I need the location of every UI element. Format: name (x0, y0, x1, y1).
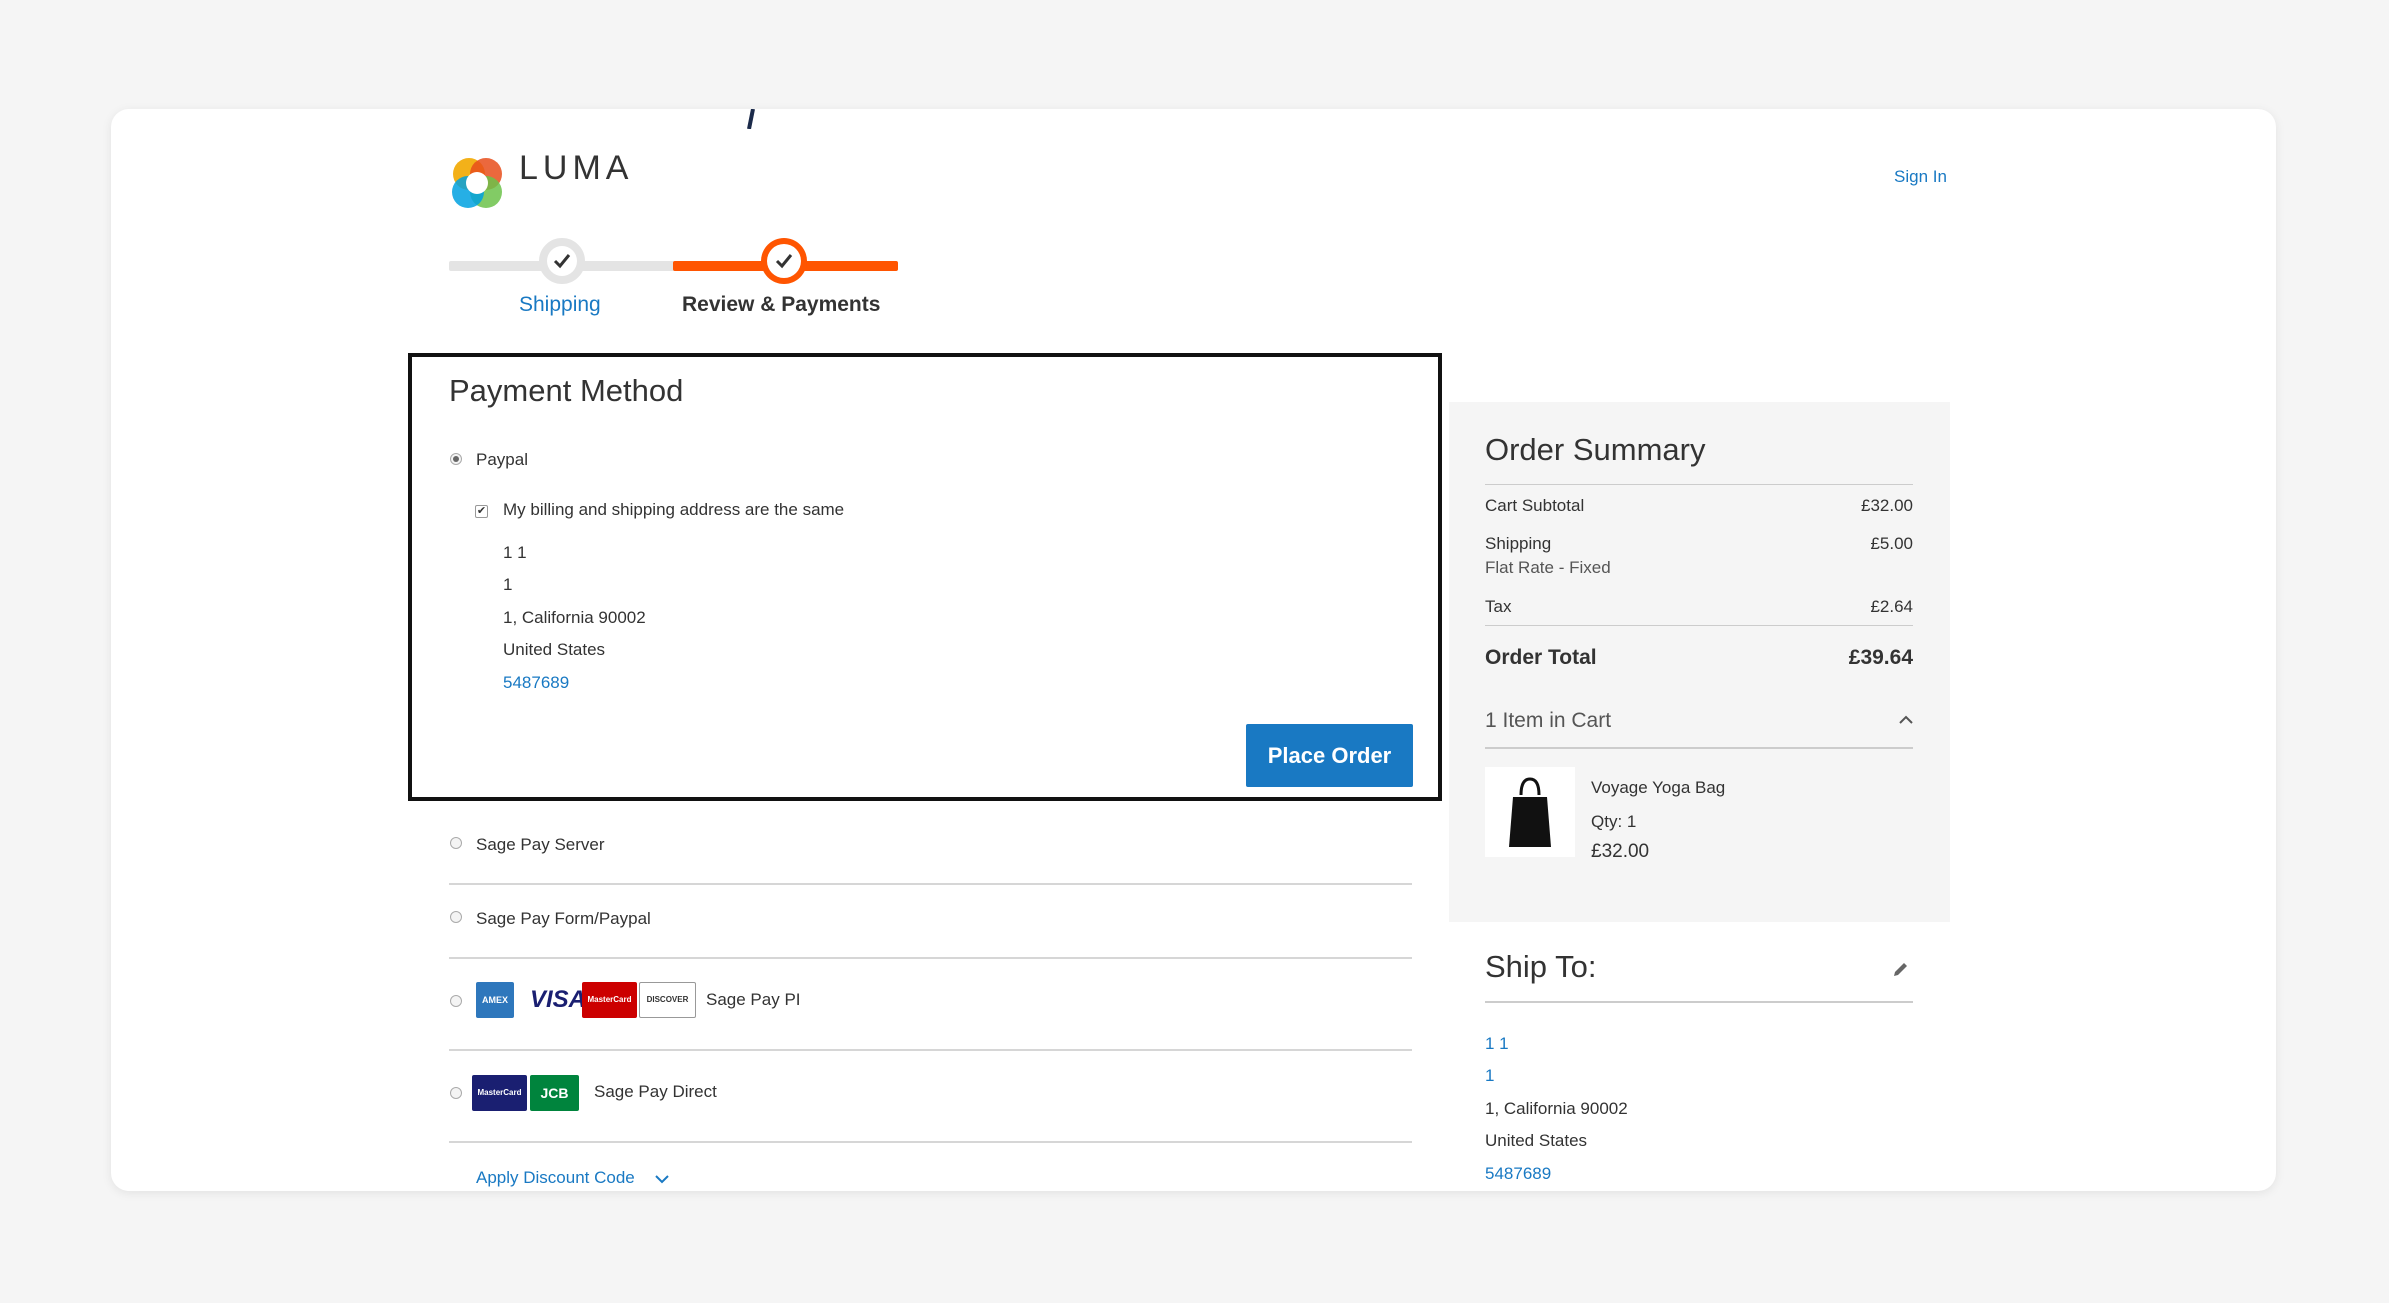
check-icon (553, 254, 571, 269)
payment-method-title: Payment Method (449, 373, 684, 408)
tax-value: £2.64 (1870, 597, 1913, 616)
shipping-value: £5.00 (1870, 534, 1913, 553)
shipping-label: Shipping (1485, 534, 1552, 553)
check-icon (775, 254, 793, 269)
ship-to-phone[interactable]: 5487689 (1485, 1164, 1551, 1184)
ship-to-street: 1 (1485, 1066, 1495, 1085)
ship-to-title: Ship To: (1485, 949, 1597, 984)
divider (449, 957, 1412, 959)
sage-pay-form-label[interactable]: Sage Pay Form/Paypal (476, 909, 651, 929)
tax-label: Tax (1485, 597, 1512, 616)
mastercard-card-icon: MasterCard (582, 982, 637, 1018)
paypal-label: Paypal (476, 450, 528, 469)
order-total-label: Order Total (1485, 646, 1597, 669)
same-address-checkbox[interactable]: ✔ (475, 505, 488, 518)
luma-logo-icon (452, 158, 502, 208)
chevron-up-icon[interactable] (1898, 714, 1914, 726)
paypal-radio[interactable] (450, 453, 462, 465)
visa-card-icon: VISA (530, 986, 587, 1013)
sage-pay-pi-label[interactable]: Sage Pay PI (706, 990, 801, 1010)
items-in-cart-toggle[interactable]: 1 Item in Cart (1485, 709, 1611, 733)
product-qty: Qty: 1 (1591, 812, 1637, 831)
sage-pay-pi-radio[interactable] (450, 995, 462, 1007)
cart-subtotal-value: £32.00 (1861, 496, 1913, 515)
divider (1485, 484, 1913, 485)
billing-city: 1, California 90002 (503, 608, 646, 627)
billing-street: 1 (503, 575, 513, 594)
ship-to-city: 1, California 90002 (1485, 1099, 1628, 1118)
divider (1485, 1001, 1913, 1003)
apply-discount-link[interactable]: Apply Discount Code (476, 1168, 635, 1188)
sage-pay-direct-radio[interactable] (450, 1087, 462, 1099)
decorative-slash (747, 109, 755, 129)
ship-to-name: 1 1 (1485, 1034, 1509, 1053)
step-review-marker (761, 238, 807, 284)
chevron-down-icon[interactable] (654, 1173, 670, 1185)
billing-name: 1 1 (503, 543, 527, 562)
divider (449, 1049, 1412, 1051)
order-total-value: £39.64 (1848, 646, 1913, 669)
divider (449, 1141, 1412, 1143)
divider (449, 883, 1412, 885)
order-summary-title: Order Summary (1485, 432, 1706, 467)
amex-card-icon: AMEX (476, 982, 514, 1018)
divider (1485, 625, 1913, 626)
same-address-label: My billing and shipping address are the … (503, 500, 845, 519)
mastercard-card-icon: MasterCard (472, 1075, 527, 1111)
step-shipping-marker[interactable] (539, 238, 585, 284)
product-thumbnail (1485, 767, 1575, 857)
place-order-button[interactable]: Place Order (1246, 724, 1413, 787)
product-price: £32.00 (1591, 841, 1650, 862)
logo-text: LUMA (519, 149, 634, 187)
sage-pay-form-radio[interactable] (450, 911, 462, 923)
sage-pay-direct-label[interactable]: Sage Pay Direct (594, 1082, 717, 1102)
jcb-card-icon: JCB (530, 1075, 579, 1111)
cart-subtotal-label: Cart Subtotal (1485, 496, 1585, 515)
discover-card-icon: DISCOVER (639, 982, 696, 1018)
product-name: Voyage Yoga Bag (1591, 778, 1726, 797)
billing-phone[interactable]: 5487689 (503, 673, 569, 693)
step-shipping-label[interactable]: Shipping (519, 293, 601, 317)
step-review-label: Review & Payments (682, 293, 881, 316)
edit-pencil-icon[interactable] (1891, 959, 1911, 979)
sign-in-link[interactable]: Sign In (1894, 167, 1947, 187)
checkout-page: LUMA Sign In Shipping Review & Payments … (111, 109, 2276, 1191)
sage-pay-server-label[interactable]: Sage Pay Server (476, 835, 605, 855)
billing-country: United States (503, 640, 606, 659)
divider (1485, 747, 1913, 749)
shipping-method: Flat Rate - Fixed (1485, 558, 1611, 577)
bag-image-icon (1509, 777, 1551, 847)
ship-to-country: United States (1485, 1131, 1588, 1150)
sage-pay-server-radio[interactable] (450, 837, 462, 849)
